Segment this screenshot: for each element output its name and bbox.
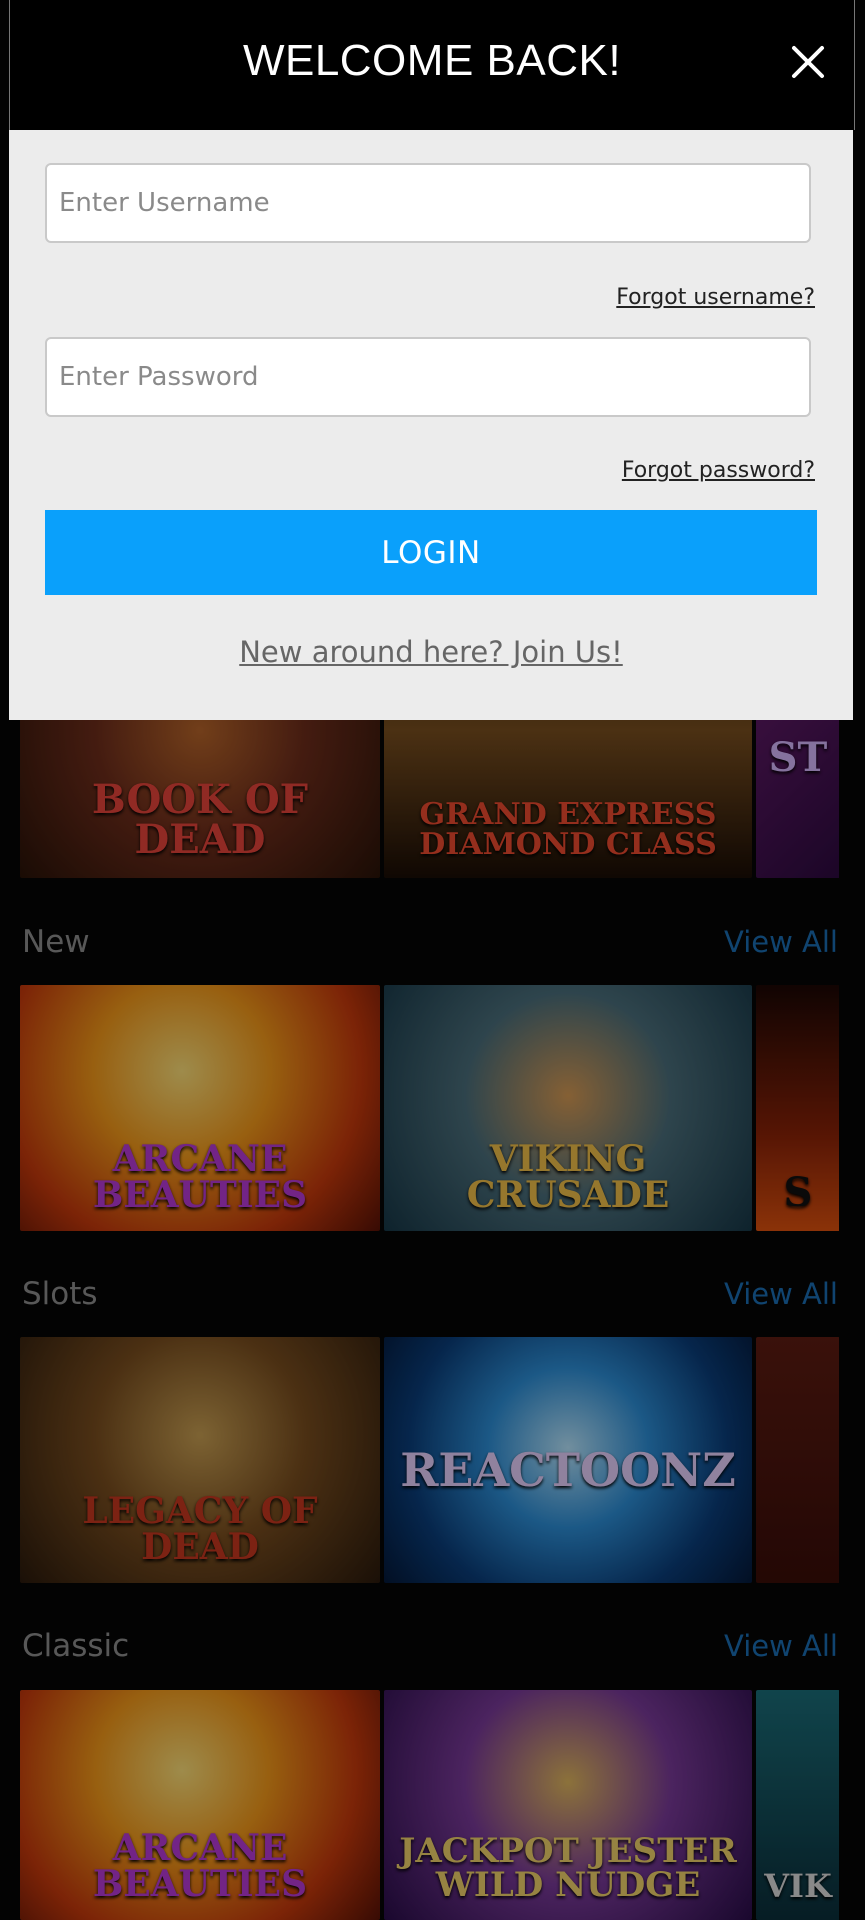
- game-title: ARCANE BEAUTIES: [92, 1827, 308, 1905]
- game-tile-legacy-of-dead[interactable]: LEGACY OF DEAD: [20, 1337, 380, 1583]
- modal-title: WELCOME BACK!: [242, 36, 622, 85]
- forgot-password-link[interactable]: Forgot password?: [622, 458, 815, 483]
- game-tile-arcane-beauties[interactable]: ARCANE BEAUTIES: [20, 1690, 380, 1920]
- section-title: New: [22, 924, 90, 960]
- modal-body: Forgot username? Forgot password? LOGIN …: [9, 130, 853, 720]
- game-title: VIK: [764, 1867, 832, 1905]
- game-title: VIKING CRUSADE: [466, 1138, 670, 1216]
- game-tile-reactoonz[interactable]: REACTOONZ: [384, 1337, 752, 1583]
- password-input[interactable]: [45, 337, 811, 417]
- game-title: ST: [768, 734, 828, 781]
- game-title: ARCANE BEAUTIES: [92, 1138, 308, 1216]
- game-tile-partial[interactable]: S: [756, 985, 839, 1231]
- game-title: BOOK OF DEAD: [91, 776, 309, 863]
- join-us-link[interactable]: New around here? Join Us!: [9, 635, 853, 669]
- game-tile-partial[interactable]: VIK: [756, 1690, 839, 1920]
- view-all-link[interactable]: View All: [724, 925, 838, 959]
- game-title: LEGACY OF DEAD: [82, 1490, 318, 1568]
- game-row-new: ARCANE BEAUTIES VIKING CRUSADE S: [20, 985, 839, 1231]
- login-modal: WELCOME BACK! Forgot username? Forgot pa…: [9, 0, 855, 720]
- game-title: REACTOONZ: [400, 1443, 736, 1497]
- login-button[interactable]: LOGIN: [45, 510, 817, 595]
- game-title: GRAND EXPRESS DIAMOND CLASS: [419, 797, 717, 862]
- game-row-classic: ARCANE BEAUTIES JACKPOT JESTER WILD NUDG…: [20, 1690, 839, 1920]
- section-title: Slots: [22, 1276, 98, 1312]
- section-header-slots: Slots View All: [22, 1274, 838, 1314]
- game-title: [792, 1565, 804, 1583]
- view-all-link[interactable]: View All: [724, 1629, 838, 1663]
- modal-header: WELCOME BACK!: [9, 0, 855, 130]
- game-title: S: [783, 1169, 813, 1216]
- game-tile-viking-crusade[interactable]: VIKING CRUSADE: [384, 985, 752, 1231]
- section-header-new: New View All: [22, 922, 838, 962]
- section-header-classic: Classic View All: [22, 1626, 838, 1666]
- forgot-username-link[interactable]: Forgot username?: [616, 285, 815, 310]
- section-title: Classic: [22, 1628, 130, 1664]
- close-button[interactable]: [780, 34, 836, 90]
- username-input[interactable]: [45, 163, 811, 243]
- game-row-slots: LEGACY OF DEAD REACTOONZ: [20, 1337, 839, 1583]
- game-tile-partial[interactable]: [756, 1337, 839, 1583]
- game-tile-arcane-beauties[interactable]: ARCANE BEAUTIES: [20, 985, 380, 1231]
- close-icon: [792, 46, 824, 78]
- game-tile-jackpot-jester[interactable]: JACKPOT JESTER WILD NUDGE: [384, 1690, 752, 1920]
- game-title: JACKPOT JESTER WILD NUDGE: [399, 1831, 737, 1905]
- view-all-link[interactable]: View All: [724, 1277, 838, 1311]
